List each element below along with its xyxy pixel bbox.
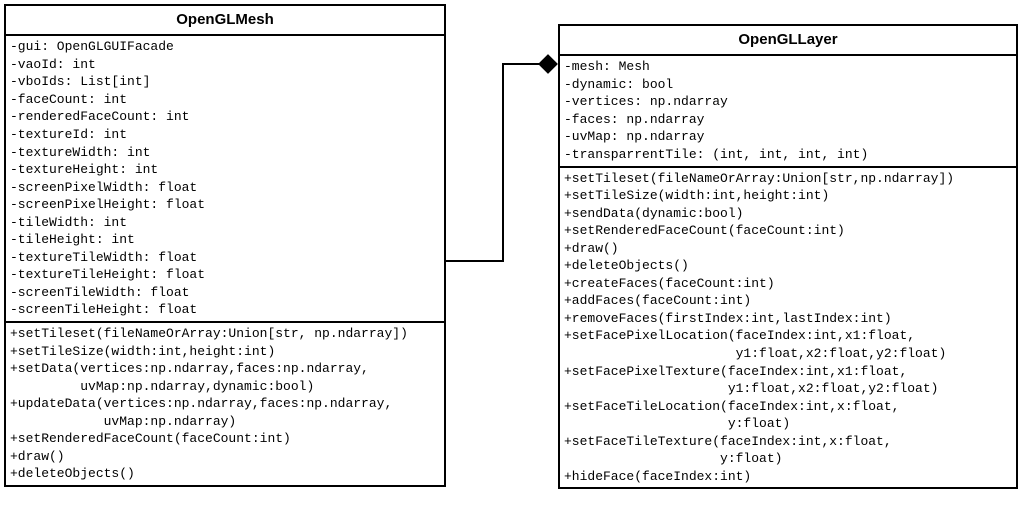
op: +setTileset(fileNameOrArray:Union[str,np… [564,170,1012,188]
connector-h2 [502,63,540,65]
op: +deleteObjects() [564,257,1012,275]
op: +draw() [10,448,440,466]
op: +hideFace(faceIndex:int) [564,468,1012,486]
op: uvMap:np.ndarray,dynamic:bool) [10,378,440,396]
attr: -screenTileWidth: float [10,284,440,302]
attr: -vaoId: int [10,56,440,74]
attr: -textureId: int [10,126,440,144]
op: y:float) [564,450,1012,468]
attr: -tileHeight: int [10,231,440,249]
class-title: OpenGLMesh [6,6,444,36]
attr: -vboIds: List[int] [10,73,440,91]
attributes-section: -mesh: Mesh -dynamic: bool -vertices: np… [560,56,1016,167]
op: +setTileset(fileNameOrArray:Union[str, n… [10,325,440,343]
op: +deleteObjects() [10,465,440,483]
op: +setFaceTileLocation(faceIndex:int,x:flo… [564,398,1012,416]
op: +setRenderedFaceCount(faceCount:int) [564,222,1012,240]
op: y1:float,x2:float,y2:float) [564,345,1012,363]
attr: -mesh: Mesh [564,58,1012,76]
attr: -dynamic: bool [564,76,1012,94]
connector-v [502,63,504,262]
operations-section: +setTileset(fileNameOrArray:Union[str, n… [6,323,444,485]
attr: -textureWidth: int [10,144,440,162]
operations-section: +setTileset(fileNameOrArray:Union[str,np… [560,168,1016,488]
uml-class-opengllayer: OpenGLLayer -mesh: Mesh -dynamic: bool -… [558,24,1018,489]
attr: -transparrentTile: (int, int, int, int) [564,146,1012,164]
attr: -textureTileWidth: float [10,249,440,267]
connector-h1 [446,260,504,262]
op: +updateData(vertices:np.ndarray,faces:np… [10,395,440,413]
attr: -textureHeight: int [10,161,440,179]
uml-class-openglmesh: OpenGLMesh -gui: OpenGLGUIFacade -vaoId:… [4,4,446,487]
attr: -faceCount: int [10,91,440,109]
op: y1:float,x2:float,y2:float) [564,380,1012,398]
op: +addFaces(faceCount:int) [564,292,1012,310]
composition-diamond-icon [538,54,558,74]
op: +setFacePixelLocation(faceIndex:int,x1:f… [564,327,1012,345]
attributes-section: -gui: OpenGLGUIFacade -vaoId: int -vboId… [6,36,444,323]
attr: -screenPixelHeight: float [10,196,440,214]
attr: -screenPixelWidth: float [10,179,440,197]
attr: -gui: OpenGLGUIFacade [10,38,440,56]
attr: -faces: np.ndarray [564,111,1012,129]
attr: -vertices: np.ndarray [564,93,1012,111]
op: +setRenderedFaceCount(faceCount:int) [10,430,440,448]
op: +draw() [564,240,1012,258]
op: +setFaceTileTexture(faceIndex:int,x:floa… [564,433,1012,451]
op: y:float) [564,415,1012,433]
attr: -textureTileHeight: float [10,266,440,284]
op: +setData(vertices:np.ndarray,faces:np.nd… [10,360,440,378]
op: +sendData(dynamic:bool) [564,205,1012,223]
op: +setFacePixelTexture(faceIndex:int,x1:fl… [564,363,1012,381]
op: +setTileSize(width:int,height:int) [564,187,1012,205]
attr: -uvMap: np.ndarray [564,128,1012,146]
attr: -renderedFaceCount: int [10,108,440,126]
op: +setTileSize(width:int,height:int) [10,343,440,361]
op: +removeFaces(firstIndex:int,lastIndex:in… [564,310,1012,328]
op: +createFaces(faceCount:int) [564,275,1012,293]
class-title: OpenGLLayer [560,26,1016,56]
attr: -tileWidth: int [10,214,440,232]
op: uvMap:np.ndarray) [10,413,440,431]
attr: -screenTileHeight: float [10,301,440,319]
